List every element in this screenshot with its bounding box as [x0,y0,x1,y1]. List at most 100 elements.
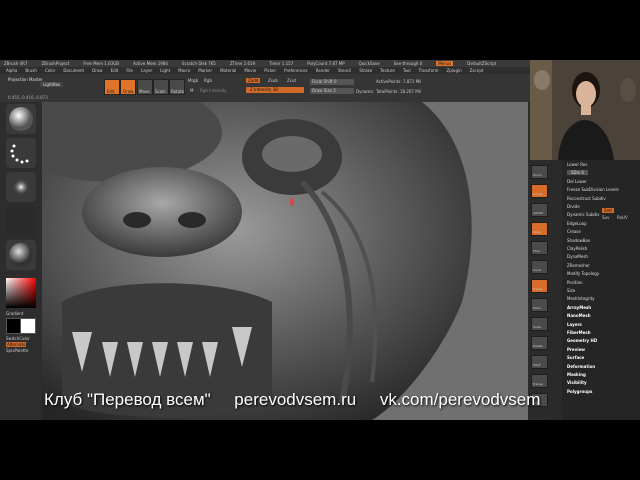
site-link[interactable]: perevodvsem.ru [234,390,356,409]
z-intensity-slider[interactable]: Z Intensity 38 [246,87,304,93]
panel-item-lower-res[interactable]: Lower Res [567,162,587,167]
rotate-mode-button[interactable]: Rotate [169,79,185,95]
brush-thumbnail[interactable] [6,104,36,134]
shelf-button-actual[interactable]: Actual [531,184,548,198]
panel-item-size[interactable]: Size [567,288,575,293]
focal-shift-slider[interactable]: Focal Shift 0 [310,79,354,85]
panel-item-shadowbox[interactable]: ShadowBox [567,238,590,243]
panel-item-geometry-hd[interactable]: Geometry HD [567,338,597,343]
panel-item-fibermesh[interactable]: FiberMesh [567,330,591,335]
title-bar-item: Free Mem 1.63GB [83,61,119,66]
material-thumbnail[interactable] [6,240,36,270]
menu-item-texture[interactable]: Texture [380,68,395,73]
stroke-thumbnail[interactable] [6,138,36,168]
panel-item-sdiv-6[interactable]: SDiv 6 [567,170,588,176]
panel-item-claypolish[interactable]: ClayPolish [567,246,587,251]
panel-item-edgeloop[interactable]: EdgeLoop [567,221,587,226]
shelf-button-persp[interactable]: Persp [531,222,548,236]
menu-item-zplugin[interactable]: Zplugin [447,68,462,73]
panel-item-deformation[interactable]: Deformation [567,364,595,369]
zcut-button[interactable]: Zcut [287,78,296,83]
shelf-button-scale[interactable]: Scale [531,317,548,331]
menu-item-movie[interactable]: Movie [244,68,256,73]
panel-item-reconstruct-subdiv[interactable]: Reconstruct Subdiv [567,196,606,201]
mrgb-button[interactable]: Mrgb [188,78,198,83]
menu-item-layer[interactable]: Layer [141,68,152,73]
panel-item-meshintegrity[interactable]: MeshIntegrity [567,296,595,301]
menu-item-draw[interactable]: Draw [92,68,102,73]
panel-item-del-lower[interactable]: Del Lower [567,179,587,184]
panel-item-polygroups[interactable]: Polygroups [567,389,592,394]
zsub-button[interactable]: Zsub [268,78,278,83]
shelf-button-local[interactable]: Local [531,260,548,274]
menu-item-macro[interactable]: Macro [178,68,190,73]
shelf-button-transp[interactable]: Transp [531,374,548,388]
m-button[interactable]: M [190,88,193,93]
panel-item-position[interactable]: Position [567,280,583,285]
reuv-toggle[interactable]: ReUV [617,215,628,220]
shelf-button-aahalf[interactable]: AAHalf [531,203,548,217]
panel-item-zremesher[interactable]: ZRemesher [567,263,590,268]
shelf-button-floor[interactable]: Floor [531,241,548,255]
menu-item-brush[interactable]: Brush [25,68,37,73]
projection-master-button[interactable]: Projection Master [8,77,43,82]
alpha-thumbnail[interactable] [6,172,36,202]
move-mode-button[interactable]: Move [137,79,153,95]
menu-item-material[interactable]: Material [220,68,236,73]
panel-item-crease[interactable]: Crease [567,229,581,234]
gradient-label[interactable]: Gradient [6,311,23,316]
menu-item-stencil[interactable]: Stencil [338,68,352,73]
panel-item-dynamesh[interactable]: DynaMesh [567,254,588,259]
shelf-button-frame[interactable]: Frame [531,279,548,293]
color-picker[interactable] [6,278,36,308]
lightbox-button[interactable]: LightBox [40,82,64,87]
panel-item-layers[interactable]: Layers [567,322,582,327]
vk-link[interactable]: vk.com/perevodvsem [380,390,541,409]
menu-item-preferences[interactable]: Preferences [284,68,308,73]
alternate-button[interactable]: Alternate [6,342,27,347]
menu-item-document[interactable]: Document [63,68,84,73]
panel-item-freeze-subdivision-levels[interactable]: Freeze SubDivision Levels [567,187,619,192]
title-bar-item[interactable]: Menus [436,61,454,66]
menu-item-picker[interactable]: Picker [264,68,276,73]
panel-item-visibility[interactable]: Visibility [567,380,587,385]
shelf-button-zoom[interactable]: Zoom [531,165,548,179]
menu-item-alpha[interactable]: Alpha [6,68,17,73]
secondary-color-swatch[interactable] [20,318,36,334]
switch-color-button[interactable]: SwitchColor [6,336,30,341]
panel-item-modify-topology[interactable]: Modify Topology [567,271,599,276]
menu-item-render[interactable]: Render [316,68,330,73]
title-bar-item[interactable]: QuickSave [359,61,380,66]
suv-toggle[interactable]: Suv [602,215,609,220]
panel-item-divide[interactable]: Divide [567,204,580,209]
panel-item-surface[interactable]: Surface [567,355,584,360]
menu-item-light[interactable]: Light [160,68,170,73]
menu-item-tool[interactable]: Tool [403,68,411,73]
rgb-button[interactable]: Rgb [204,78,212,83]
zadd-button[interactable]: Zadd [246,78,261,83]
menu-item-transform[interactable]: Transform [419,68,439,73]
menu-item-stroke[interactable]: Stroke [359,68,372,73]
panel-item-preview[interactable]: Preview [567,347,585,352]
menu-item-file[interactable]: File [126,68,133,73]
shelf-button-rotate[interactable]: Rotate [531,336,548,350]
menu-item-zscript[interactable]: Zscript [470,68,484,73]
texture-thumbnail[interactable] [6,206,36,236]
dynamic-button[interactable]: Dynamic [356,89,374,94]
menu-item-marker[interactable]: Marker [198,68,212,73]
panel-item-masking[interactable]: Masking [567,372,586,377]
menu-item-edit[interactable]: Edit [111,68,119,73]
spix-palette-button[interactable]: SpixPalette [6,348,28,353]
panel-item-dynamic-subdiv[interactable]: Dynamic Subdiv [567,212,600,217]
draw-size-slider[interactable]: Draw Size 2 [310,88,354,94]
menu-item-color[interactable]: Color [45,68,55,73]
shelf-button-polyf[interactable]: PolyF [531,355,548,369]
shelf-button-move[interactable]: Move [531,298,548,312]
draw-mode-button[interactable]: Draw [120,79,136,95]
sculpt-viewport[interactable] [42,102,528,420]
smt-toggle[interactable]: Smt [602,208,615,213]
panel-item-nanomesh[interactable]: NanoMesh [567,313,591,318]
panel-item-arraymesh[interactable]: ArrayMesh [567,305,591,310]
edit-mode-button[interactable]: Edit [104,79,120,95]
scale-mode-button[interactable]: Scale [153,79,169,95]
